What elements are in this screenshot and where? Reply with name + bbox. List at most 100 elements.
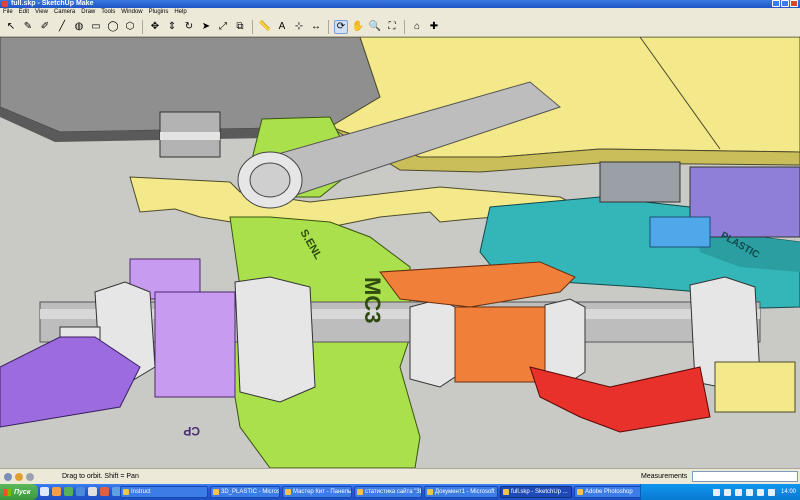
orbit-tool[interactable]: ⟳ (334, 19, 348, 34)
taskbar-item-label: Instruct (131, 489, 151, 495)
pencil-tool[interactable]: ✐ (38, 20, 52, 34)
user-icon[interactable] (26, 473, 34, 481)
tray-icon[interactable] (745, 488, 753, 496)
app-icon[interactable] (64, 487, 73, 496)
pan-tool[interactable]: ✋ (351, 20, 365, 34)
app-icon[interactable] (88, 487, 97, 496)
taskbar-item[interactable]: full.skp - SketchUp ... (500, 486, 572, 498)
menu-help[interactable]: Help (171, 8, 189, 17)
menu-plugins[interactable]: Plugins (146, 8, 172, 17)
menu-tools[interactable]: Tools (98, 8, 118, 17)
hex-nut-4 (544, 298, 586, 383)
gear-housing (599, 161, 681, 203)
toolbar-separator (252, 19, 253, 34)
circle-tool[interactable]: ◯ (106, 20, 120, 34)
close-button[interactable] (790, 0, 798, 7)
menu-window[interactable]: Window (118, 8, 145, 17)
desktop-icon[interactable] (40, 487, 49, 496)
offset-tool[interactable]: ⧉ (233, 20, 247, 34)
scale-tool[interactable]: ⤢ (216, 20, 230, 34)
tray-icon[interactable] (756, 488, 764, 496)
push-pull-tool[interactable]: ⇕ (165, 20, 179, 34)
menu-view[interactable]: View (32, 8, 51, 17)
eraser-icon: ✎ (23, 20, 33, 32)
dimension-tool[interactable]: ↔ (309, 20, 323, 34)
taskbar-item[interactable]: Instruct (120, 486, 208, 498)
tray-icon[interactable] (723, 488, 731, 496)
grey-block-slot (160, 132, 220, 140)
window-icon (213, 489, 219, 495)
warehouse-button[interactable]: ⌂ (410, 20, 424, 34)
rotate-tool[interactable]: ↻ (182, 20, 196, 34)
quick-launch (40, 487, 121, 496)
tray-icon[interactable] (712, 488, 720, 496)
rectangle-tool[interactable]: ▭ (89, 20, 103, 34)
menu-file[interactable]: File (0, 8, 16, 17)
violet-bushing (154, 291, 236, 398)
push-pull-icon: ⇕ (167, 20, 177, 32)
measurements-label: Measurements (641, 473, 688, 480)
move-icon: ✥ (150, 20, 160, 32)
zoom-extents-icon: ⛶ (388, 20, 396, 32)
3d-model-render[interactable]: MC3 S.ENL PLASTIC CP (0, 37, 800, 468)
model-label-cp: CP (183, 424, 200, 438)
tray-icon[interactable] (734, 488, 742, 496)
maximize-button[interactable] (781, 0, 789, 7)
geo-location-icon[interactable] (4, 473, 12, 481)
taskbar-item[interactable]: статистика сайта "3D ... (354, 486, 422, 498)
title-bar: full.skp - SketchUp Make (0, 0, 800, 8)
extension-button[interactable]: ✚ (427, 20, 441, 34)
toolbar: ↖ ✎ ✐ ╱ ◍ ▭ ◯ ⬡ ✥ ⇕ ↻ ➤ ⤢ ⧉ 📏 A ⊹ ↔ ⟳ ✋ 🔍 ⛶ ⌂ ✚ (0, 17, 800, 37)
taskbar-item-label: 3D_PLASTIC - Microsof... (221, 489, 280, 495)
circle-icon: ◯ (107, 20, 119, 32)
orbit-icon: ⟳ (336, 20, 346, 32)
measurements-field[interactable] (692, 471, 798, 482)
line-icon: ╱ (58, 20, 66, 32)
toolbar-separator (404, 19, 405, 34)
model-viewport[interactable]: MC3 S.ENL PLASTIC CP (0, 37, 800, 468)
volume-icon[interactable] (767, 488, 775, 496)
zoom-tool[interactable]: 🔍 (368, 20, 382, 34)
scale-icon: ⤢ (219, 20, 227, 32)
tape-measure-tool[interactable]: 📏 (258, 20, 272, 34)
offset-icon: ⧉ (236, 20, 244, 32)
follow-me-tool[interactable]: ➤ (199, 20, 213, 34)
polygon-icon: ⬡ (125, 20, 135, 32)
rotate-icon: ↻ (184, 20, 194, 32)
select-icon: ↖ (6, 20, 16, 32)
window-icon (285, 489, 291, 495)
line-tool[interactable]: ╱ (55, 20, 69, 34)
pencil-icon: ✐ (40, 20, 50, 32)
taskbar-item[interactable]: Документ1 - Microsoft ... (424, 486, 498, 498)
taskbar-item-label: Мастер Кит - Панель ... (293, 489, 352, 495)
hex-nut-3 (409, 298, 456, 388)
menu-bar: File Edit View Camera Draw Tools Window … (0, 8, 800, 17)
credits-icon[interactable] (15, 473, 23, 481)
start-button[interactable]: Пуск (0, 484, 38, 500)
model-label-mc3: MC3 (360, 277, 385, 323)
extension-icon: ✚ (429, 20, 439, 32)
menu-draw[interactable]: Draw (78, 8, 98, 17)
windows-taskbar: Пуск Instruct 3D_PLASTIC - Microsof... Мас… (0, 484, 800, 500)
menu-camera[interactable]: Camera (51, 8, 78, 17)
polygon-tool[interactable]: ⬡ (123, 20, 137, 34)
taskbar-item-label: Adobe Photoshop (585, 489, 633, 495)
zoom-extents-tool[interactable]: ⛶ (385, 20, 399, 34)
taskbar-item[interactable]: Adobe Photoshop (574, 486, 644, 498)
status-bar: Drag to orbit. Shift = Pan Measurements (0, 468, 800, 484)
toolbar-separator (328, 19, 329, 34)
move-tool[interactable]: ✥ (148, 20, 162, 34)
app-icon[interactable] (100, 487, 109, 496)
menu-edit[interactable]: Edit (16, 8, 32, 17)
eraser-tool[interactable]: ✎ (21, 20, 35, 34)
axes-tool[interactable]: ⊹ (292, 20, 306, 34)
start-label: Пуск (14, 488, 31, 496)
taskbar-item[interactable]: Мастер Кит - Панель ... (282, 486, 352, 498)
app-icon[interactable] (76, 487, 85, 496)
text-tool[interactable]: A (275, 20, 289, 34)
taskbar-item[interactable]: 3D_PLASTIC - Microsof... (210, 486, 280, 498)
browser-icon[interactable] (52, 487, 61, 496)
minimize-button[interactable] (772, 0, 780, 7)
select-tool[interactable]: ↖ (4, 20, 18, 34)
paint-bucket-tool[interactable]: ◍ (72, 20, 86, 34)
